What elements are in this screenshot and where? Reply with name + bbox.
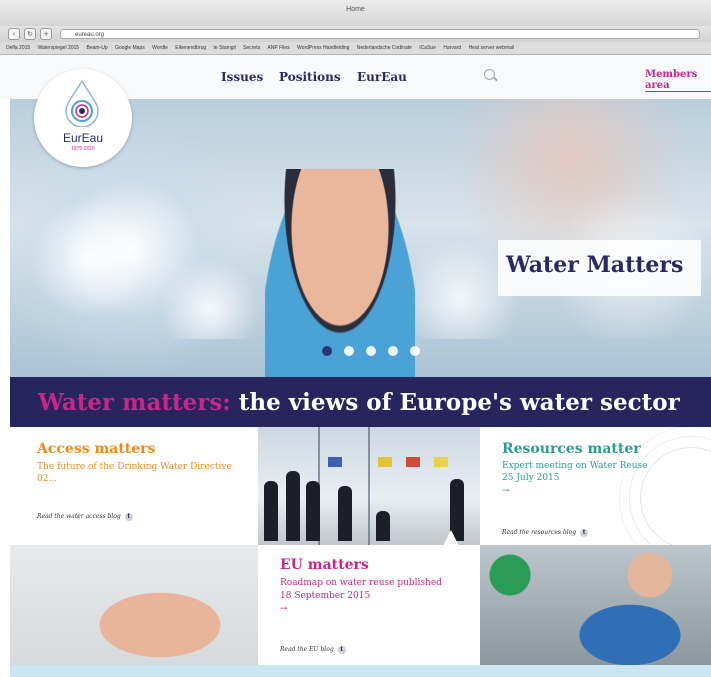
members-area-link[interactable]: Members area bbox=[645, 69, 711, 92]
eu-text[interactable]: Roadmap on water reuse published bbox=[280, 577, 442, 589]
resources-text[interactable]: Expert meeting on Water Reuse bbox=[502, 460, 647, 472]
window-title: Home bbox=[346, 6, 365, 13]
hero-tagline: Water Matters bbox=[506, 252, 684, 278]
browser-window: Home ‹ ↻ + eureau.org Delfa 2015 Watersp… bbox=[0, 0, 711, 677]
headline-banner: Water matters: the views of Europe's wat… bbox=[10, 377, 711, 427]
hands-water-photo bbox=[10, 545, 258, 665]
back-icon[interactable]: ‹ bbox=[8, 28, 20, 40]
bookmark-item[interactable]: Delfa 2015 bbox=[6, 45, 30, 51]
tile-notch bbox=[443, 530, 459, 546]
eu-heading[interactable]: EU matters bbox=[280, 557, 369, 573]
refresh-icon[interactable]: ↻ bbox=[24, 28, 36, 40]
flag-shape bbox=[434, 457, 448, 467]
water-drop-icon bbox=[65, 79, 99, 127]
bookmark-item[interactable]: Beam-Up bbox=[86, 45, 107, 51]
eu-date: 18 September 2015 bbox=[280, 591, 371, 601]
add-tab-icon[interactable]: + bbox=[40, 28, 52, 40]
bookmark-item[interactable]: Heat server webmail bbox=[469, 45, 515, 51]
bookmark-item[interactable]: Waterspiegel 2015 bbox=[38, 45, 80, 51]
bookmark-item[interactable]: Eikenendbrug bbox=[175, 45, 206, 51]
parliament-photo bbox=[258, 427, 480, 545]
slider-dot-1[interactable] bbox=[322, 346, 332, 356]
address-bar[interactable]: eureau.org bbox=[60, 29, 700, 39]
flag-shape bbox=[378, 457, 392, 467]
logo-name: EurEau bbox=[62, 131, 104, 145]
ripple-decoration bbox=[640, 447, 711, 545]
bookmark-item[interactable]: Secrets bbox=[243, 45, 260, 51]
bookmark-item[interactable]: te Stamgil bbox=[214, 45, 236, 51]
access-heading[interactable]: Access matters bbox=[37, 441, 155, 457]
nav-positions[interactable]: Positions bbox=[279, 70, 341, 84]
bookmark-item[interactable]: ANP Files bbox=[268, 45, 290, 51]
resources-blog-label[interactable]: Read the resources blog bbox=[502, 529, 576, 536]
slider-dot-2[interactable] bbox=[344, 346, 355, 356]
bookmark-item[interactable]: Nederlandsche Codinate bbox=[357, 45, 412, 51]
slider-dots bbox=[322, 341, 427, 360]
flag-shape bbox=[406, 457, 420, 467]
resources-heading[interactable]: Resources matter bbox=[502, 441, 641, 457]
bookmark-item[interactable]: ICaSue bbox=[419, 45, 436, 51]
person-silhouette bbox=[376, 511, 390, 541]
flag-shape bbox=[328, 457, 342, 467]
banner-highlight: Water matters: bbox=[38, 389, 231, 416]
banner-text: Water matters: the views of Europe's wat… bbox=[38, 389, 680, 416]
hero-tagline-box: Water Matters bbox=[498, 240, 701, 296]
access-text[interactable]: The future of the Drinking Water Directi… bbox=[37, 461, 237, 485]
slider-dot-5[interactable] bbox=[410, 346, 421, 356]
access-blog-link[interactable]: Read the water access blog t bbox=[37, 513, 133, 521]
resources-tile[interactable]: Resources matter Expert meeting on Water… bbox=[480, 427, 711, 545]
bookmark-item[interactable]: Wordle bbox=[152, 45, 168, 51]
resources-more-arrow[interactable]: → bbox=[502, 485, 510, 497]
eu-blog-link[interactable]: Read the EU blog t bbox=[280, 646, 346, 654]
logo-years: 1975-2015 bbox=[71, 146, 95, 152]
bookmarks-bar: Delfa 2015 Waterspiegel 2015 Beam-Up Goo… bbox=[0, 42, 711, 55]
access-blog-label[interactable]: Read the water access blog bbox=[37, 513, 121, 520]
person-silhouette bbox=[306, 481, 320, 541]
eureau-logo[interactable]: EurEau 1975-2015 bbox=[34, 69, 132, 167]
banner-rest: the views of Europe's water sector bbox=[230, 389, 680, 416]
window-titlebar: Home bbox=[0, 0, 711, 27]
access-tile[interactable]: Access matters The future of the Drinkin… bbox=[10, 427, 258, 545]
slider-dot-3[interactable] bbox=[366, 346, 377, 356]
slider-dot-4[interactable] bbox=[388, 346, 399, 356]
resources-blog-link[interactable]: Read the resources blog t bbox=[502, 529, 589, 537]
twitter-icon[interactable]: t bbox=[124, 513, 133, 521]
eu-tile[interactable]: EU matters Roadmap on water reuse publis… bbox=[258, 545, 480, 665]
bookmark-item[interactable]: WordPress Handleiding bbox=[297, 45, 349, 51]
bookmark-item[interactable]: Google Maps bbox=[115, 45, 145, 51]
search-icon[interactable] bbox=[484, 69, 495, 80]
person-silhouette bbox=[286, 471, 300, 541]
bookmark-item[interactable]: Harvard bbox=[443, 45, 461, 51]
twitter-icon[interactable]: t bbox=[580, 529, 589, 537]
worker-photo bbox=[480, 545, 711, 665]
twitter-icon[interactable]: t bbox=[337, 646, 346, 654]
person-silhouette bbox=[264, 481, 278, 541]
eu-more-arrow[interactable]: → bbox=[280, 603, 288, 615]
resources-date: 25 July 2015 bbox=[502, 473, 560, 483]
footer-strip bbox=[10, 665, 711, 677]
person-silhouette bbox=[338, 486, 352, 541]
nav-issues[interactable]: Issues bbox=[221, 70, 263, 84]
eu-blog-label[interactable]: Read the EU blog bbox=[280, 646, 334, 653]
nav-eureau[interactable]: EurEau bbox=[357, 70, 407, 84]
